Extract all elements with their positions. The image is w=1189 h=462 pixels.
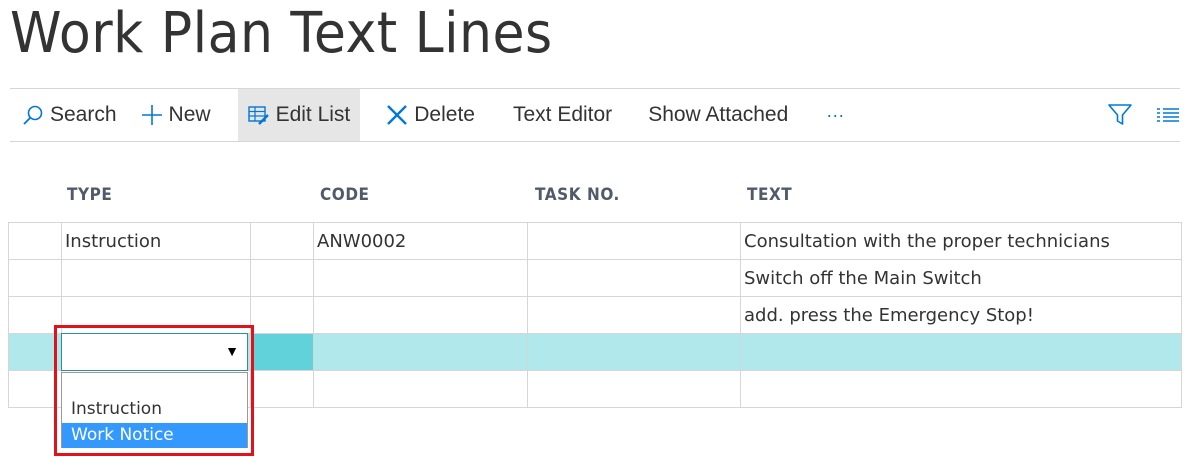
show-attached-button[interactable]: Show Attached: [638, 89, 798, 141]
spacer-cell: [250, 296, 314, 334]
text-cell[interactable]: Consultation with the proper technicians: [740, 222, 1182, 260]
spacer-cell: [250, 222, 314, 260]
dropdown-option-work-notice[interactable]: Work Notice: [62, 423, 247, 448]
type-select[interactable]: ▼: [61, 333, 248, 371]
search-button[interactable]: Search: [10, 89, 127, 141]
edit-list-icon: [247, 104, 270, 126]
spacer-cell: [250, 370, 314, 408]
action-bar: Search New Edit List Delete Text Editor …: [10, 88, 1180, 142]
list-icon: [1157, 108, 1179, 122]
code-cell[interactable]: [313, 370, 528, 408]
task-no-cell[interactable]: [527, 259, 741, 297]
row-selector[interactable]: [8, 259, 62, 297]
code-cell[interactable]: [313, 296, 528, 334]
row-selector[interactable]: [8, 222, 62, 260]
delete-label: Delete: [414, 103, 475, 126]
type-cell[interactable]: Instruction: [61, 222, 251, 260]
column-header-code[interactable]: CODE: [320, 185, 370, 205]
grid-header: TYPE CODE TASK NO. TEXT: [8, 168, 1181, 222]
dropdown-option-instruction[interactable]: Instruction: [62, 397, 247, 422]
text-cell[interactable]: add. press the Emergency Stop!: [740, 296, 1182, 334]
text-editor-button[interactable]: Text Editor: [503, 89, 622, 141]
spacer-cell: [250, 333, 314, 371]
toolbar-right: [1096, 89, 1180, 141]
delete-icon: [386, 104, 408, 126]
new-label: New: [168, 103, 211, 126]
page-title: Work Plan Text Lines: [10, 1, 553, 66]
task-no-cell[interactable]: [527, 296, 741, 334]
chevron-down-icon: ▼: [225, 343, 239, 359]
text-cell[interactable]: [740, 333, 1182, 371]
type-dropdown-list: Instruction Work Notice: [61, 372, 248, 448]
ellipsis-icon: ···: [826, 104, 845, 125]
plus-icon: [141, 104, 163, 126]
text-cell[interactable]: Switch off the Main Switch: [740, 259, 1182, 297]
text-editor-label: Text Editor: [512, 103, 613, 126]
more-options-button[interactable]: ···: [816, 89, 854, 141]
code-cell[interactable]: ANW0002: [313, 222, 528, 260]
task-no-cell[interactable]: [527, 333, 741, 371]
column-header-type[interactable]: TYPE: [67, 185, 112, 205]
list-view-button[interactable]: [1144, 89, 1180, 141]
table-row[interactable]: Instruction ANW0002 Consultation with th…: [8, 222, 1182, 260]
filter-icon: [1108, 104, 1132, 125]
search-label: Search: [50, 103, 117, 126]
table-row[interactable]: Switch off the Main Switch: [8, 259, 1182, 297]
edit-list-label: Edit List: [275, 103, 351, 126]
task-no-cell[interactable]: [527, 222, 741, 260]
task-no-cell[interactable]: [527, 370, 741, 408]
search-icon: [22, 104, 44, 126]
new-button[interactable]: New: [127, 89, 221, 141]
show-attached-label: Show Attached: [648, 103, 789, 126]
type-cell[interactable]: [61, 259, 251, 297]
filter-button[interactable]: [1096, 89, 1144, 141]
code-cell[interactable]: [313, 259, 528, 297]
spacer-cell: [250, 259, 314, 297]
column-header-task-no[interactable]: TASK NO.: [535, 185, 620, 205]
delete-button[interactable]: Delete: [376, 89, 485, 141]
column-header-text[interactable]: TEXT: [747, 185, 792, 205]
text-cell[interactable]: [740, 370, 1182, 408]
code-cell[interactable]: [313, 333, 528, 371]
edit-list-button[interactable]: Edit List: [237, 89, 361, 141]
